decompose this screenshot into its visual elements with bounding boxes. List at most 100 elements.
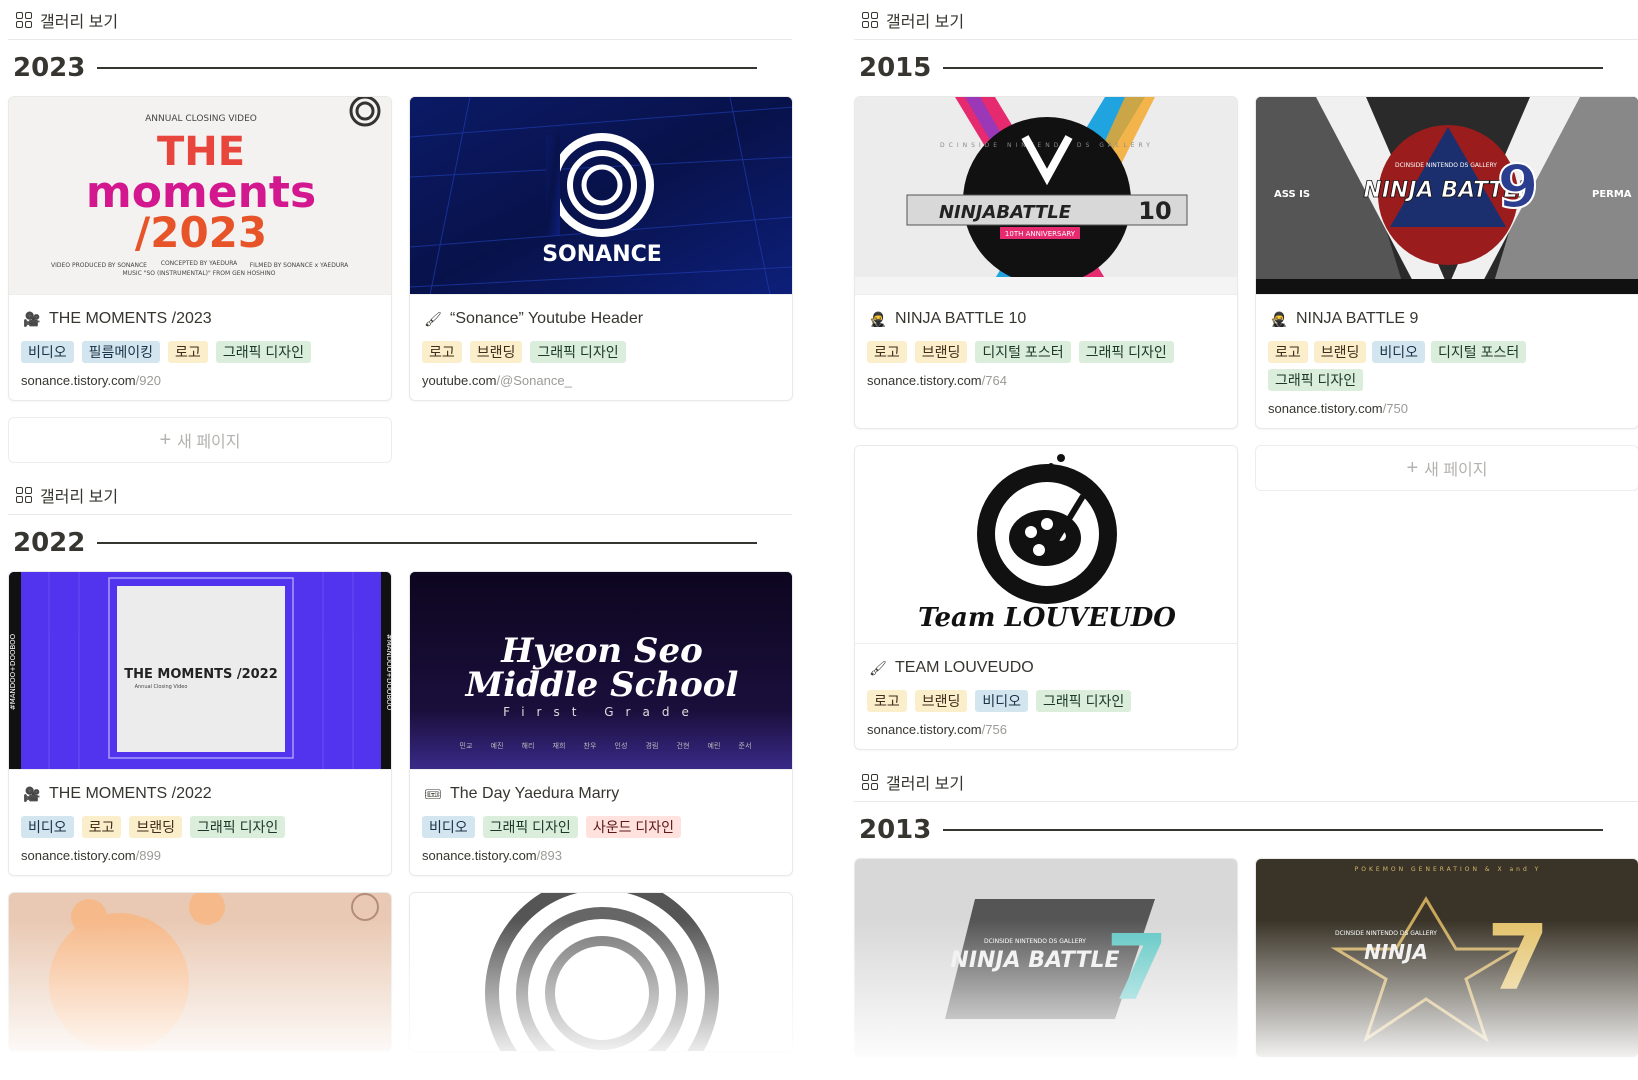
- gallery-view-header[interactable]: 갤러리 보기: [8, 475, 792, 515]
- card-body: 🥷 NINJA BATTLE 10 로고 브랜딩 디지털 포스터 그래픽 디자인…: [855, 295, 1237, 400]
- gallery-card[interactable]: Team LOUVEUDO 🖌 TEAM LOUVEUDO 로고 브랜딩 비디오…: [854, 445, 1238, 750]
- card-cover: DCINSIDE NINTENDO DS GALLERY NINJABATTLE…: [855, 97, 1237, 295]
- cover-name: 예진: [491, 741, 504, 750]
- tag: 그래픽 디자인: [1036, 690, 1132, 712]
- gallery-card[interactable]: THE MOMENTS /2022 Annual Closing Video #…: [8, 571, 392, 876]
- cover-gallery: DCINSIDE NINTENDO DS GALLERY: [984, 938, 1086, 945]
- gallery-view-header[interactable]: 갤러리 보기: [854, 762, 1638, 802]
- cover-number: 9: [1497, 152, 1539, 222]
- card-cover: [410, 893, 792, 1051]
- gallery-card[interactable]: [409, 892, 793, 1052]
- gallery-card[interactable]: SONANCE 🖌 “Sonance” Youtube Header 로고 브랜…: [409, 96, 793, 401]
- card-title-row: 🥷 NINJA BATTLE 9: [1268, 307, 1626, 331]
- card-url[interactable]: sonance.tistory.com/899: [21, 848, 379, 863]
- cover-logo: NINJA: [1364, 940, 1428, 964]
- new-page-button[interactable]: + 새 페이지: [8, 417, 392, 463]
- card-url[interactable]: youtube.com/@Sonance_: [422, 373, 780, 388]
- card-title: The Day Yaedura Marry: [450, 785, 620, 802]
- tag: 브랜딩: [469, 341, 523, 363]
- tag: 로고: [1268, 341, 1308, 363]
- cover-name: 준서: [739, 741, 752, 750]
- card-title-row: 🥷 NINJA BATTLE 10: [867, 307, 1225, 331]
- cover-right-text: PERMA: [1592, 189, 1632, 200]
- url-domain: sonance.tistory.com: [1268, 401, 1383, 416]
- gallery-card[interactable]: POKEMON GENERATION & X and Y DCINSIDE NI…: [1255, 858, 1638, 1058]
- year-divider: [97, 542, 758, 544]
- url-path: /756: [981, 722, 1007, 737]
- gallery-view-header[interactable]: 갤러리 보기: [8, 0, 792, 40]
- cover-side-text-left: #MANDOO+DOOBOO: [9, 633, 17, 710]
- gallery-grid-icon: [862, 11, 878, 28]
- tag: 비디오: [422, 816, 475, 838]
- plus-icon: +: [159, 428, 172, 451]
- tag: 비디오: [21, 816, 74, 838]
- card-url[interactable]: sonance.tistory.com/920: [21, 373, 379, 388]
- card-body: 🖌 “Sonance” Youtube Header 로고 브랜딩 그래픽 디자…: [410, 295, 792, 400]
- tag-list: 로고 브랜딩 그래픽 디자인: [422, 341, 780, 363]
- gallery-card[interactable]: ANNUAL CLOSING VIDEO THE moments /2023 V…: [8, 96, 392, 401]
- ninja-icon: 🥷: [869, 310, 887, 327]
- card-cover: THE MOMENTS /2022 Annual Closing Video #…: [9, 572, 391, 770]
- card-body: 🎥 THE MOMENTS /2022 비디오 로고 브랜딩 그래픽 디자인 s…: [9, 770, 391, 875]
- year-title: 2022: [13, 528, 86, 558]
- left-column: 갤러리 보기 2023 ANNUAL CLOSING VIDEO THE mom…: [8, 0, 793, 1052]
- cover-name: 예린: [708, 741, 721, 750]
- cover-name: 재희: [553, 741, 566, 750]
- card-body: 🥷 NINJA BATTLE 9 로고 브랜딩 비디오 디지털 포스터 그래픽 …: [1256, 295, 1638, 428]
- card-title: THE MOMENTS /2023: [49, 310, 212, 327]
- cover-name: 건현: [677, 741, 690, 750]
- card-url[interactable]: sonance.tistory.com/764: [867, 373, 1225, 388]
- url-path: /893: [536, 848, 562, 863]
- year-divider: [97, 67, 758, 69]
- tag: 그래픽 디자인: [1078, 341, 1174, 363]
- gallery-cards: THE MOMENTS /2022 Annual Closing Video #…: [8, 571, 793, 1052]
- tag: 로고: [422, 341, 462, 363]
- year-heading: 2023: [8, 40, 792, 96]
- gallery-card[interactable]: DCINSIDE NINTENDO DS GALLERY NINJA BATTL…: [854, 858, 1238, 1058]
- tag: 로고: [867, 690, 907, 712]
- cover-logo: NINJABATTLE: [939, 202, 1072, 223]
- tag: 그래픽 디자인: [482, 816, 578, 838]
- card-title-row: 🖌 “Sonance” Youtube Header: [422, 307, 780, 331]
- gallery-cards: DCINSIDE NINTENDO DS GALLERY NINJA BATTL…: [854, 858, 1638, 1058]
- card-title: THE MOMENTS /2022: [49, 785, 212, 802]
- url-domain: sonance.tistory.com: [867, 373, 982, 388]
- gallery-card[interactable]: Hyeon Seo Middle School First Grade 민교 예…: [409, 571, 793, 876]
- gallery-card[interactable]: [8, 892, 392, 1052]
- cover-name: 인성: [615, 741, 628, 750]
- tag: 브랜딩: [914, 690, 968, 712]
- card-url[interactable]: sonance.tistory.com/756: [867, 722, 1225, 737]
- paintbrush-icon: 🖌: [424, 310, 442, 327]
- tag: 브랜딩: [1313, 341, 1367, 363]
- cover-name: 민교: [460, 741, 473, 750]
- tag: 디지털 포스터: [1431, 341, 1527, 363]
- card-url[interactable]: sonance.tistory.com/893: [422, 848, 780, 863]
- hyeonseo-cover-art: Hyeon Seo Middle School First Grade 민교 예…: [410, 572, 792, 769]
- gallery-view-header[interactable]: 갤러리 보기: [854, 0, 1638, 40]
- gallery-view-label: 갤러리 보기: [886, 13, 965, 31]
- year-heading: 2015: [854, 40, 1638, 96]
- gallery-cards: ANNUAL CLOSING VIDEO THE moments /2023 V…: [8, 96, 793, 463]
- cover-subtitle: Annual Closing Video: [135, 684, 188, 690]
- cover-credits-right: FILMED BY SONANCE x YAEDURA: [250, 262, 349, 269]
- new-page-label: 새 페이지: [177, 434, 241, 451]
- gallery-card[interactable]: DCINSIDE NINTENDO DS GALLERY NINJA BATTL…: [1255, 96, 1638, 429]
- cover-script: Team LOUVEUDO: [918, 603, 1176, 633]
- gallery-card[interactable]: DCINSIDE NINTENDO DS GALLERY NINJABATTLE…: [854, 96, 1238, 429]
- gallery-view-label: 갤러리 보기: [40, 488, 119, 506]
- url-domain: sonance.tistory.com: [21, 848, 136, 863]
- cover-left-text: ASS IS: [1274, 189, 1310, 200]
- cover-arc-text: DCINSIDE NINTENDO DS GALLERY: [940, 142, 1154, 149]
- card-title: NINJA BATTLE 10: [895, 310, 1027, 327]
- bear-cover-art: [9, 893, 391, 1051]
- sonance-header-cover-art: SONANCE: [410, 97, 792, 294]
- tag: 그래픽 디자인: [190, 816, 286, 838]
- new-page-button[interactable]: + 새 페이지: [1255, 445, 1638, 491]
- url-path: /920: [135, 373, 161, 388]
- card-title-row: 🎟 The Day Yaedura Marry: [422, 782, 780, 806]
- film-camera-icon: 🎥: [23, 310, 41, 327]
- card-body: 🖌 TEAM LOUVEUDO 로고 브랜딩 비디오 그래픽 디자인 sonan…: [855, 644, 1237, 749]
- url-path: /@Sonance_: [496, 373, 572, 388]
- url-path: /750: [1382, 401, 1408, 416]
- card-url[interactable]: sonance.tistory.com/750: [1268, 401, 1626, 416]
